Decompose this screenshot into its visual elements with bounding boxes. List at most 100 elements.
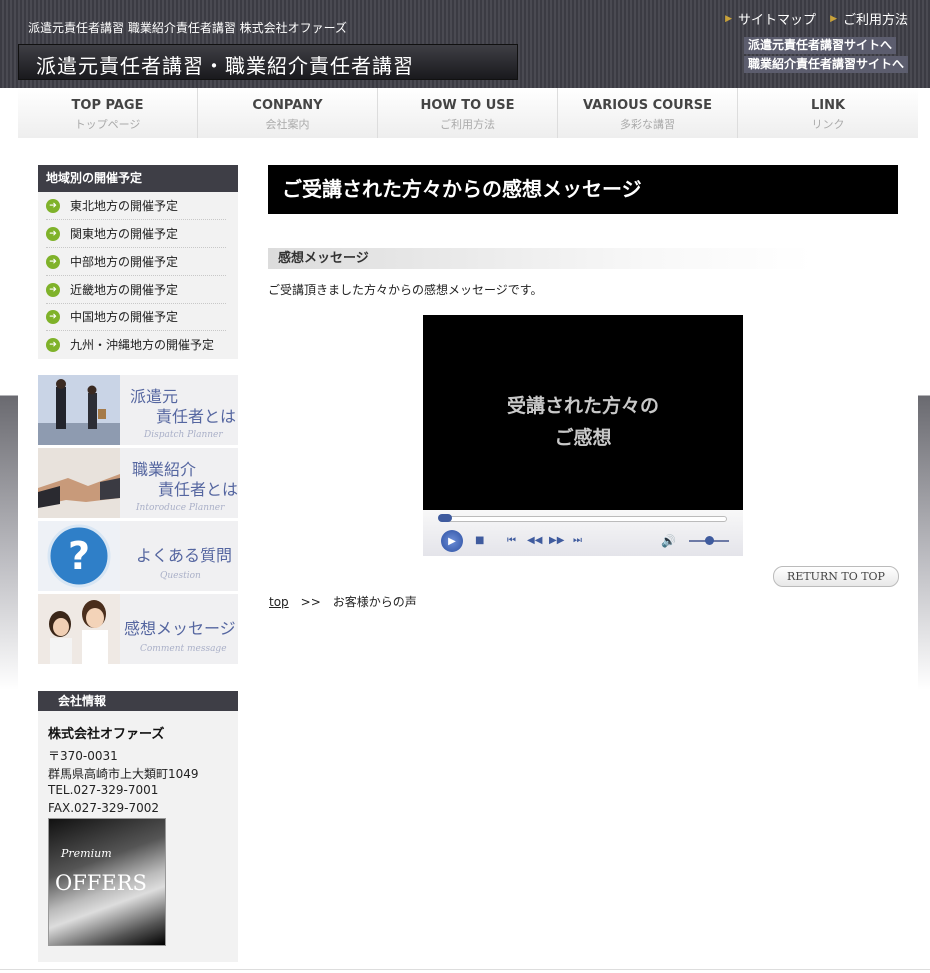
- dispatch-site-link[interactable]: 派遣元責任者講習サイトへ: [744, 37, 897, 54]
- site-title: 派遣元責任者講習・職業紹介責任者講習: [36, 54, 414, 78]
- operator-women-image: [38, 594, 120, 664]
- arrow-right-icon: ➔: [46, 309, 60, 324]
- schedule-item-label: 九州・沖縄地方の開催予定: [70, 338, 215, 352]
- arrow-right-icon: ➔: [46, 254, 60, 269]
- schedule-item-tohoku[interactable]: ➔ 東北地方の開催予定: [46, 192, 226, 220]
- header-tagline: 派遣元責任者講習 職業紹介責任者講習 株式会社オファーズ: [28, 21, 348, 35]
- banner-subtitle: Intoroduce Planner: [136, 503, 225, 513]
- schedule-item-label: 近畿地方の開催予定: [70, 283, 179, 297]
- sitemap-link[interactable]: ▶ サイトマップ: [725, 9, 816, 28]
- breadcrumb: top >> お客様からの声: [269, 593, 417, 610]
- banner-dispatch-planner[interactable]: 派遣元 責任者とは Dispatch Planner: [38, 375, 238, 445]
- schedule-item-label: 中国地方の開催予定: [70, 310, 179, 324]
- seek-bar[interactable]: [438, 514, 727, 522]
- banner-title-line1: よくある質問: [136, 546, 233, 565]
- breadcrumb-home-link[interactable]: top: [269, 595, 289, 609]
- usage-link[interactable]: ▶ ご利用方法: [830, 9, 908, 28]
- arrow-right-icon: ▶: [725, 13, 733, 24]
- question-icon: ?: [38, 521, 120, 591]
- video-title-line2: ご感想: [554, 427, 612, 449]
- business-people-image: [38, 375, 120, 445]
- nav-label-jp: ご利用方法: [440, 118, 495, 131]
- schedule-list: ➔ 東北地方の開催予定 ➔ 関東地方の開催予定 ➔ 中部地方の開催予定 ➔ 近畿地方の開…: [38, 192, 238, 359]
- nav-label-jp: 多彩な講習: [620, 118, 675, 131]
- banner-introduce-planner[interactable]: 職業紹介 責任者とは Intoroduce Planner: [38, 448, 238, 518]
- company-tel: TEL.027-329-7001: [48, 783, 159, 797]
- video-controls: ▶ ■ ⏮ ◀◀ ▶▶ ⏭ 🔊: [423, 510, 743, 556]
- intro-text: ご受講頂きました方々からの感想メッセージです。: [268, 283, 543, 297]
- banner-title-line1: 派遣元: [130, 387, 179, 406]
- nav-label-en: CONPANY: [252, 98, 323, 113]
- nav-label-en: LINK: [810, 98, 846, 113]
- banner-comment-message[interactable]: 感想メッセージ Comment message: [38, 594, 238, 664]
- arrow-right-icon: ➔: [46, 337, 60, 352]
- video-player[interactable]: 受講された方々の ご感想: [423, 315, 743, 510]
- breadcrumb-current: お客様からの声: [332, 595, 417, 609]
- fast-forward-icon[interactable]: ▶▶: [549, 535, 564, 546]
- banner-title-line2: 責任者とは: [156, 407, 237, 426]
- site-title-box[interactable]: 派遣元責任者講習・職業紹介責任者講習: [18, 44, 518, 80]
- nav-item-link[interactable]: LINK リンク: [738, 88, 918, 138]
- handshake-image: [38, 448, 120, 518]
- company-address: 群馬県高崎市上大類町1049: [48, 767, 199, 781]
- banner-subtitle: Question: [160, 571, 201, 581]
- stop-icon[interactable]: ■: [475, 535, 484, 546]
- company-info-box: 株式会社オファーズ 〒370-0031 群馬県高崎市上大類町1049 TEL.0…: [38, 711, 238, 962]
- nav-label-en: HOW TO USE: [420, 98, 515, 113]
- breadcrumb-separator: >>: [300, 595, 321, 609]
- company-fax: FAX.027-329-7002: [48, 801, 160, 815]
- company-info-heading: 会社情報: [38, 691, 238, 711]
- banner-title-line1: 感想メッセージ: [124, 619, 236, 638]
- seek-handle[interactable]: [438, 514, 452, 522]
- video-title-line1: 受講された方々の: [506, 395, 659, 417]
- skip-back-icon[interactable]: ⏮: [507, 535, 516, 546]
- page-title: ご受講された方々からの感想メッセージ: [268, 165, 898, 214]
- offers-logo: Premium OFFERS: [48, 818, 166, 946]
- nav-item-top[interactable]: TOP PAGE トップページ: [18, 88, 198, 138]
- footer-divider: [0, 969, 930, 970]
- nav-label-en: VARIOUS COURSE: [583, 98, 712, 113]
- section-heading: 感想メッセージ: [268, 248, 813, 269]
- nav-label-en: TOP PAGE: [71, 98, 144, 113]
- schedule-item-label: 関東地方の開催予定: [70, 227, 179, 241]
- main-nav: TOP PAGE トップページ CONPANY 会社案内 HOW TO USE …: [18, 88, 918, 138]
- svg-text:?: ?: [68, 534, 90, 578]
- skip-forward-icon[interactable]: ⏭: [573, 535, 582, 546]
- arrow-right-icon: ➔: [46, 198, 60, 213]
- nav-item-various-course[interactable]: VARIOUS COURSE 多彩な講習: [558, 88, 738, 138]
- header-top-links: ▶ サイトマップ ▶ ご利用方法: [725, 9, 908, 28]
- banner-subtitle: Dispatch Planner: [144, 430, 223, 440]
- schedule-heading: 地域別の開催予定: [38, 165, 238, 192]
- schedule-item-kyushu[interactable]: ➔ 九州・沖縄地方の開催予定: [46, 331, 226, 358]
- nav-item-how-to-use[interactable]: HOW TO USE ご利用方法: [378, 88, 558, 138]
- introduce-site-link[interactable]: 職業紹介責任者講習サイトへ: [744, 56, 909, 73]
- nav-label-jp: 会社案内: [265, 118, 310, 131]
- nav-label-jp: リンク: [811, 118, 845, 131]
- rewind-icon[interactable]: ◀◀: [527, 535, 542, 546]
- play-button[interactable]: ▶: [441, 530, 463, 552]
- banner-title-line2: 責任者とは: [158, 480, 238, 499]
- schedule-item-kinki[interactable]: ➔ 近畿地方の開催予定: [46, 276, 226, 304]
- arrow-right-icon: ➔: [46, 282, 60, 297]
- arrow-right-icon: ➔: [46, 226, 60, 241]
- nav-item-company[interactable]: CONPANY 会社案内: [198, 88, 378, 138]
- company-name: 株式会社オファーズ: [48, 727, 165, 742]
- site-header: 派遣元責任者講習 職業紹介責任者講習 株式会社オファーズ 派遣元責任者講習・職業…: [0, 0, 930, 88]
- schedule-item-label: 東北地方の開催予定: [70, 199, 179, 213]
- play-icon: ▶: [448, 535, 456, 547]
- schedule-item-label: 中部地方の開催予定: [70, 255, 179, 269]
- video-title: 受講された方々の ご感想: [423, 390, 743, 454]
- company-postal: 〒370-0031: [48, 749, 118, 763]
- logo-premium-text: Premium: [61, 847, 112, 860]
- nav-label-jp: トップページ: [74, 118, 141, 131]
- return-to-top-button[interactable]: RETURN TO TOP: [773, 566, 899, 587]
- banner-question[interactable]: ? よくある質問 Question: [38, 521, 238, 591]
- schedule-item-chugoku[interactable]: ➔ 中国地方の開催予定: [46, 303, 226, 331]
- schedule-item-kanto[interactable]: ➔ 関東地方の開催予定: [46, 220, 226, 248]
- arrow-right-icon: ▶: [830, 13, 837, 24]
- logo-brand-text: OFFERS: [55, 871, 147, 895]
- banner-title-line1: 職業紹介: [132, 460, 197, 479]
- volume-icon[interactable]: 🔊: [661, 534, 676, 548]
- volume-handle[interactable]: [705, 536, 714, 545]
- schedule-item-chubu[interactable]: ➔ 中部地方の開催予定: [46, 248, 226, 276]
